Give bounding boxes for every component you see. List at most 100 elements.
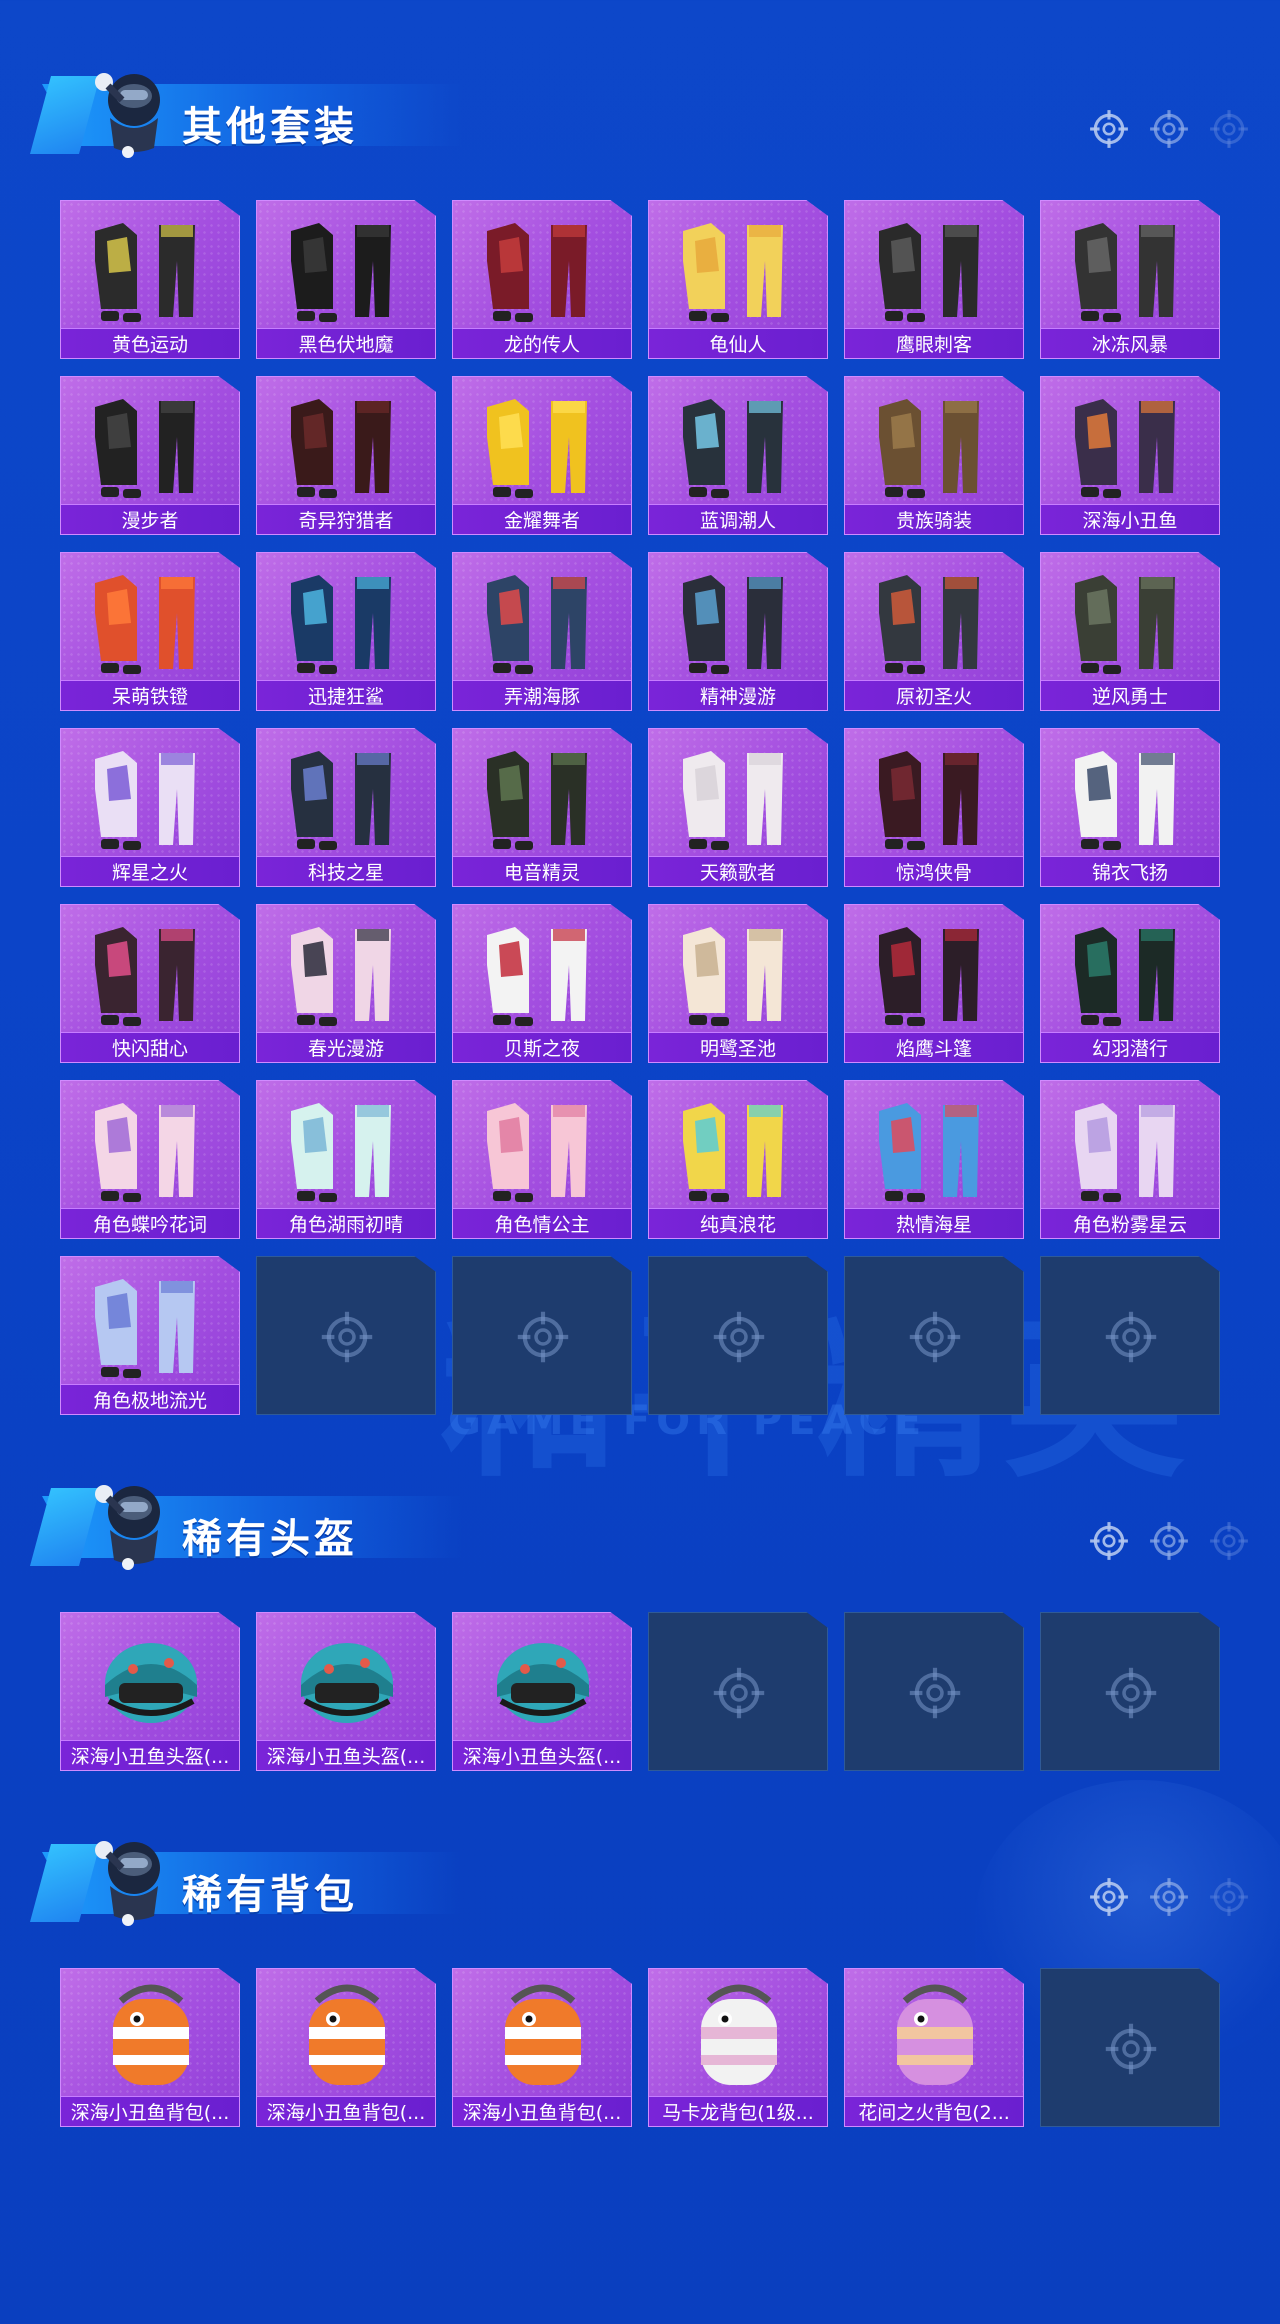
empty-slot bbox=[1040, 1256, 1220, 1415]
backpack-image bbox=[309, 1984, 385, 2085]
item-label: 角色情公主 bbox=[453, 1208, 631, 1238]
item-card[interactable]: 春光漫游 bbox=[256, 904, 436, 1063]
section-title: 稀有头盔 bbox=[182, 1516, 358, 1562]
item-label: 马卡龙背包(1级... bbox=[649, 2096, 827, 2126]
item-label: 花间之火背包(2... bbox=[845, 2096, 1023, 2126]
item-card[interactable]: 贝斯之夜 bbox=[452, 904, 632, 1063]
item-card[interactable]: 角色粉雾星云 bbox=[1040, 1080, 1220, 1239]
item-card[interactable]: 深海小丑鱼头盔(... bbox=[452, 1612, 632, 1771]
item-label: 黑色伏地魔 bbox=[257, 328, 435, 358]
outfit-image bbox=[487, 575, 587, 674]
crosshair-icon bbox=[517, 1311, 569, 1363]
item-label: 天籁歌者 bbox=[649, 856, 827, 886]
item-grid: 深海小丑鱼背包(... 深海小丑鱼背包(... 深海小丑鱼背包(... 马卡龙背包(1… bbox=[60, 1968, 1220, 2127]
helmet-image bbox=[301, 1643, 393, 1723]
item-card[interactable]: 惊鸿侠骨 bbox=[844, 728, 1024, 887]
section-header: 其他套装 bbox=[30, 56, 462, 166]
item-label: 贝斯之夜 bbox=[453, 1032, 631, 1062]
item-card[interactable]: 原初圣火 bbox=[844, 552, 1024, 711]
outfit-image bbox=[291, 399, 391, 498]
empty-slot bbox=[648, 1612, 828, 1771]
item-card[interactable]: 迅捷狂鲨 bbox=[256, 552, 436, 711]
item-card[interactable]: 黄色运动 bbox=[60, 200, 240, 359]
item-label: 逆风勇士 bbox=[1041, 680, 1219, 710]
item-card[interactable]: 金耀舞者 bbox=[452, 376, 632, 535]
crosshair-icon bbox=[1090, 1878, 1128, 1916]
section-header: 稀有背包 bbox=[30, 1824, 462, 1934]
item-card[interactable]: 弄潮海豚 bbox=[452, 552, 632, 711]
item-card[interactable]: 逆风勇士 bbox=[1040, 552, 1220, 711]
item-card[interactable]: 角色情公主 bbox=[452, 1080, 632, 1239]
item-label: 金耀舞者 bbox=[453, 504, 631, 534]
item-card[interactable]: 辉星之火 bbox=[60, 728, 240, 887]
outfit-image bbox=[291, 575, 391, 674]
mascot-icon bbox=[95, 73, 160, 158]
item-card[interactable]: 焰鹰斗篷 bbox=[844, 904, 1024, 1063]
item-label: 明鹭圣池 bbox=[649, 1032, 827, 1062]
empty-slot bbox=[844, 1256, 1024, 1415]
item-card[interactable]: 科技之星 bbox=[256, 728, 436, 887]
item-card[interactable]: 鹰眼刺客 bbox=[844, 200, 1024, 359]
item-card[interactable]: 蓝调潮人 bbox=[648, 376, 828, 535]
outfit-image bbox=[879, 927, 979, 1026]
item-card[interactable]: 奇异狩猎者 bbox=[256, 376, 436, 535]
item-card[interactable]: 漫步者 bbox=[60, 376, 240, 535]
outfit-image bbox=[1075, 1103, 1175, 1202]
outfit-image bbox=[879, 223, 979, 322]
item-card[interactable]: 电音精灵 bbox=[452, 728, 632, 887]
mascot-icon bbox=[95, 1485, 160, 1570]
item-label: 龟仙人 bbox=[649, 328, 827, 358]
item-label: 贵族骑装 bbox=[845, 504, 1023, 534]
outfit-image bbox=[95, 399, 195, 498]
outfit-image bbox=[683, 575, 783, 674]
item-card[interactable]: 角色极地流光 bbox=[60, 1256, 240, 1415]
item-card[interactable]: 冰冻风暴 bbox=[1040, 200, 1220, 359]
empty-slot bbox=[1040, 1612, 1220, 1771]
outfit-image bbox=[879, 751, 979, 850]
item-label: 快闪甜心 bbox=[61, 1032, 239, 1062]
outfit-image bbox=[683, 927, 783, 1026]
item-card[interactable]: 贵族骑装 bbox=[844, 376, 1024, 535]
crosshair-icon bbox=[1105, 1311, 1157, 1363]
item-card[interactable]: 深海小丑鱼背包(... bbox=[256, 1968, 436, 2127]
outfit-image bbox=[487, 399, 587, 498]
item-label: 蓝调潮人 bbox=[649, 504, 827, 534]
item-card[interactable]: 深海小丑鱼头盔(... bbox=[60, 1612, 240, 1771]
section-helmet: 稀有头盔 深海小丑鱼头盔(... 深海小丑鱼头盔(... 深海小丑鱼头盔(... bbox=[0, 1468, 1280, 1788]
item-label: 漫步者 bbox=[61, 504, 239, 534]
item-card[interactable]: 呆萌铁镫 bbox=[60, 552, 240, 711]
item-card[interactable]: 锦衣飞扬 bbox=[1040, 728, 1220, 887]
crosshair-icon bbox=[909, 1667, 961, 1719]
outfit-image bbox=[683, 399, 783, 498]
item-card[interactable]: 龟仙人 bbox=[648, 200, 828, 359]
item-label: 幻羽潜行 bbox=[1041, 1032, 1219, 1062]
crosshair-icon bbox=[1150, 1878, 1188, 1916]
item-label: 呆萌铁镫 bbox=[61, 680, 239, 710]
item-card[interactable]: 天籁歌者 bbox=[648, 728, 828, 887]
item-card[interactable]: 深海小丑鱼 bbox=[1040, 376, 1220, 535]
item-card[interactable]: 角色蝶吟花词 bbox=[60, 1080, 240, 1239]
item-card[interactable]: 深海小丑鱼背包(... bbox=[60, 1968, 240, 2127]
item-card[interactable]: 幻羽潜行 bbox=[1040, 904, 1220, 1063]
item-card[interactable]: 深海小丑鱼头盔(... bbox=[256, 1612, 436, 1771]
item-label: 深海小丑鱼背包(... bbox=[453, 2096, 631, 2126]
outfit-image bbox=[683, 751, 783, 850]
item-card[interactable]: 深海小丑鱼背包(... bbox=[452, 1968, 632, 2127]
item-card[interactable]: 热情海星 bbox=[844, 1080, 1024, 1239]
empty-slot bbox=[256, 1256, 436, 1415]
section-bag: 稀有背包 深海小丑鱼背包(... 深海小丑鱼背包(... 深海小丑鱼背包(... 马卡龙… bbox=[0, 1824, 1280, 2144]
item-label: 深海小丑鱼头盔(... bbox=[453, 1740, 631, 1770]
item-card[interactable]: 纯真浪花 bbox=[648, 1080, 828, 1239]
outfit-image bbox=[683, 223, 783, 322]
item-card[interactable]: 角色湖雨初晴 bbox=[256, 1080, 436, 1239]
item-label: 冰冻风暴 bbox=[1041, 328, 1219, 358]
item-card[interactable]: 明鹭圣池 bbox=[648, 904, 828, 1063]
item-card[interactable]: 马卡龙背包(1级... bbox=[648, 1968, 828, 2127]
item-card[interactable]: 黑色伏地魔 bbox=[256, 200, 436, 359]
item-card[interactable]: 精神漫游 bbox=[648, 552, 828, 711]
item-card[interactable]: 龙的传人 bbox=[452, 200, 632, 359]
item-card[interactable]: 花间之火背包(2... bbox=[844, 1968, 1024, 2127]
crosshair-decoration bbox=[1088, 1520, 1250, 1562]
outfit-image bbox=[95, 223, 195, 322]
item-card[interactable]: 快闪甜心 bbox=[60, 904, 240, 1063]
